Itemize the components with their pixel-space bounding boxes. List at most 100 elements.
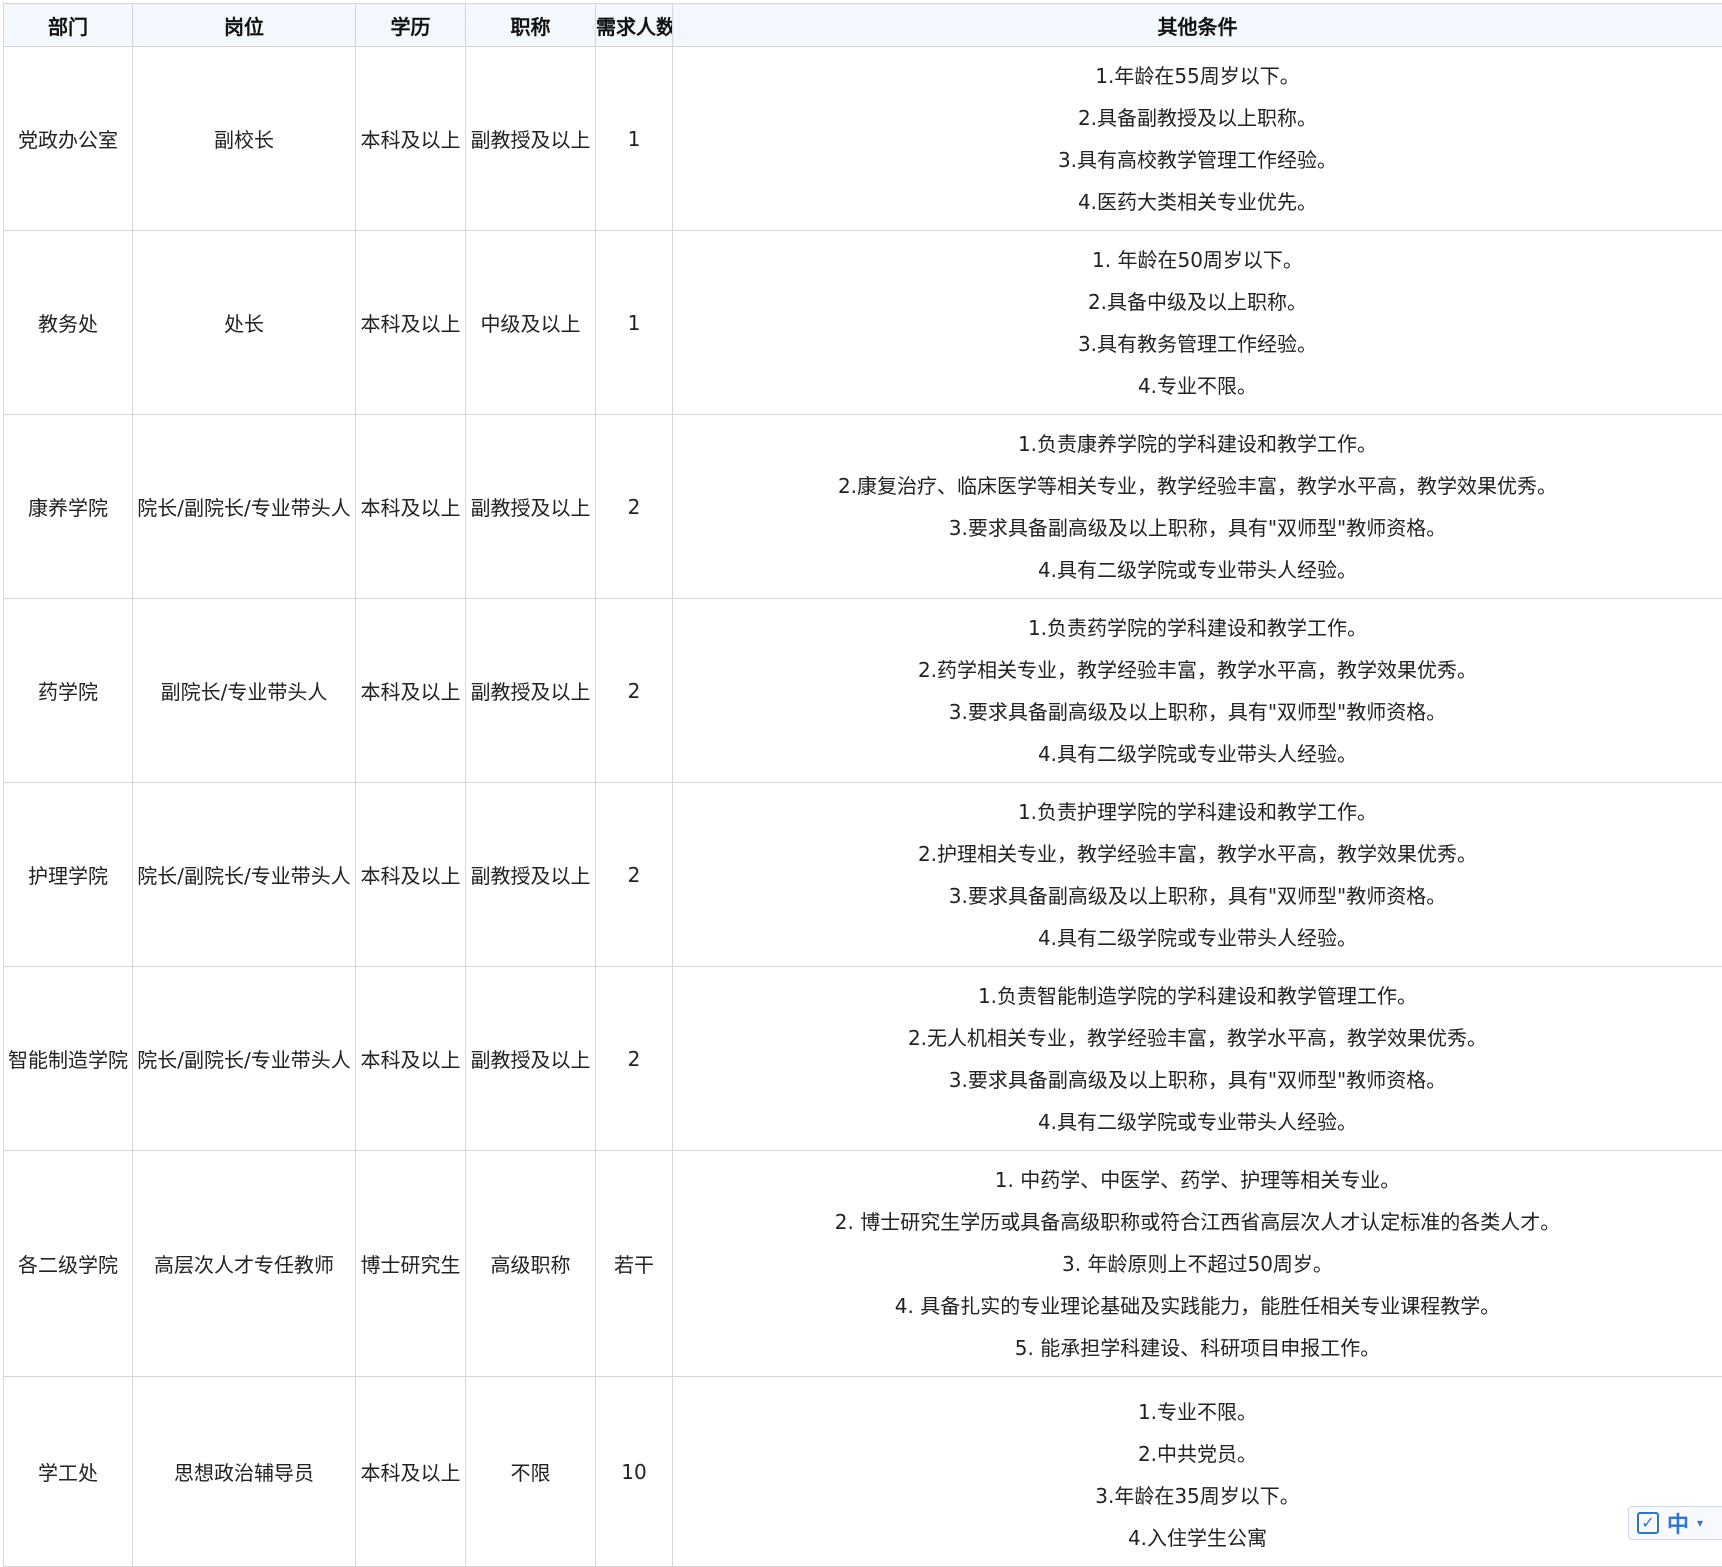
chevron-down-icon[interactable]: ▾ (1697, 1516, 1703, 1530)
cell-count: 1 (596, 231, 673, 415)
table-row: 智能制造学院院长/副院长/专业带头人本科及以上副教授及以上21.负责智能制造学院… (4, 967, 1722, 1151)
cell-education: 本科及以上 (356, 783, 466, 967)
table-row: 各二级学院高层次人才专任教师博士研究生高级职称若干1. 中药学、中医学、药学、护… (4, 1151, 1722, 1377)
condition-line: 1.负责智能制造学院的学科建设和教学管理工作。 (673, 975, 1722, 1017)
cell-count: 1 (596, 47, 673, 231)
cell-post: 院长/副院长/专业带头人 (133, 783, 356, 967)
cell-title: 高级职称 (466, 1151, 596, 1377)
condition-line: 1. 年龄在50周岁以下。 (673, 239, 1722, 281)
condition-line: 5. 能承担学科建设、科研项目申报工作。 (673, 1327, 1722, 1369)
condition-line: 3. 年龄原则上不超过50周岁。 (673, 1243, 1722, 1285)
cell-post: 副院长/专业带头人 (133, 599, 356, 783)
cell-education: 本科及以上 (356, 47, 466, 231)
header-conditions: 其他条件 (673, 4, 1722, 47)
table-row: 党政办公室副校长本科及以上副教授及以上11.年龄在55周岁以下。2.具备副教授及… (4, 47, 1722, 231)
cell-count: 2 (596, 415, 673, 599)
table-body: 党政办公室副校长本科及以上副教授及以上11.年龄在55周岁以下。2.具备副教授及… (4, 47, 1722, 1567)
cell-post: 高层次人才专任教师 (133, 1151, 356, 1377)
condition-line: 2. 博士研究生学历或具备高级职称或符合江西省高层次人才认定标准的各类人才。 (673, 1201, 1722, 1243)
condition-line: 3.要求具备副高级及以上职称，具有"双师型"教师资格。 (673, 507, 1722, 549)
cell-title: 不限 (466, 1377, 596, 1567)
table-row: 学工处思想政治辅导员本科及以上不限101.专业不限。2.中共党员。3.年龄在35… (4, 1377, 1722, 1567)
cell-count: 2 (596, 967, 673, 1151)
cell-conditions: 1. 年龄在50周岁以下。2.具备中级及以上职称。3.具有教务管理工作经验。4.… (673, 231, 1722, 415)
condition-line: 3.要求具备副高级及以上职称，具有"双师型"教师资格。 (673, 691, 1722, 733)
condition-line: 3.要求具备副高级及以上职称，具有"双师型"教师资格。 (673, 1059, 1722, 1101)
cell-education: 本科及以上 (356, 415, 466, 599)
cell-conditions: 1.专业不限。2.中共党员。3.年龄在35周岁以下。4.入住学生公寓 (673, 1377, 1722, 1567)
cell-department: 党政办公室 (4, 47, 133, 231)
condition-line: 4.具有二级学院或专业带头人经验。 (673, 1101, 1722, 1143)
cell-conditions: 1.负责康养学院的学科建设和教学工作。2.康复治疗、临床医学等相关专业，教学经验… (673, 415, 1722, 599)
condition-line: 2.药学相关专业，教学经验丰富，教学水平高，教学效果优秀。 (673, 649, 1722, 691)
cell-title: 副教授及以上 (466, 967, 596, 1151)
table-row: 药学院副院长/专业带头人本科及以上副教授及以上21.负责药学院的学科建设和教学工… (4, 599, 1722, 783)
cell-title: 副教授及以上 (466, 415, 596, 599)
condition-line: 2.康复治疗、临床医学等相关专业，教学经验丰富，教学水平高，教学效果优秀。 (673, 465, 1722, 507)
condition-line: 2.具备副教授及以上职称。 (673, 97, 1722, 139)
cell-department: 学工处 (4, 1377, 133, 1567)
condition-line: 1.负责护理学院的学科建设和教学工作。 (673, 791, 1722, 833)
header-dept: 部门 (4, 4, 133, 47)
header-education: 学历 (356, 4, 466, 47)
condition-line: 4.入住学生公寓 (673, 1517, 1722, 1559)
cell-title: 中级及以上 (466, 231, 596, 415)
condition-line: 1.负责药学院的学科建设和教学工作。 (673, 607, 1722, 649)
cell-post: 院长/副院长/专业带头人 (133, 415, 356, 599)
condition-line: 4.专业不限。 (673, 365, 1722, 407)
header-post: 岗位 (133, 4, 356, 47)
condition-line: 3.具有高校教学管理工作经验。 (673, 139, 1722, 181)
cell-count: 若干 (596, 1151, 673, 1377)
cell-count: 2 (596, 783, 673, 967)
condition-line: 2.具备中级及以上职称。 (673, 281, 1722, 323)
cell-post: 思想政治辅导员 (133, 1377, 356, 1567)
cell-title: 副教授及以上 (466, 47, 596, 231)
cell-department: 各二级学院 (4, 1151, 133, 1377)
condition-line: 1.年龄在55周岁以下。 (673, 55, 1722, 97)
condition-line: 3.要求具备副高级及以上职称，具有"双师型"教师资格。 (673, 875, 1722, 917)
checkbox-icon: ✓ (1637, 1512, 1659, 1534)
condition-line: 4.医药大类相关专业优先。 (673, 181, 1722, 223)
table-row: 教务处处长本科及以上中级及以上11. 年龄在50周岁以下。2.具备中级及以上职称… (4, 231, 1722, 415)
cell-post: 副校长 (133, 47, 356, 231)
cell-department: 教务处 (4, 231, 133, 415)
cell-count: 2 (596, 599, 673, 783)
cell-post: 处长 (133, 231, 356, 415)
cell-education: 本科及以上 (356, 599, 466, 783)
header-row: 部门 岗位 学历 职称 需求人数 其他条件 (4, 4, 1722, 47)
condition-line: 4.具有二级学院或专业带头人经验。 (673, 733, 1722, 775)
cell-department: 康养学院 (4, 415, 133, 599)
condition-line: 1.专业不限。 (673, 1391, 1722, 1433)
cell-education: 本科及以上 (356, 231, 466, 415)
condition-line: 3.年龄在35周岁以下。 (673, 1475, 1722, 1517)
condition-line: 1.负责康养学院的学科建设和教学工作。 (673, 423, 1722, 465)
cell-count: 10 (596, 1377, 673, 1567)
cell-department: 智能制造学院 (4, 967, 133, 1151)
cell-education: 本科及以上 (356, 1377, 466, 1567)
condition-line: 4. 具备扎实的专业理论基础及实践能力，能胜任相关专业课程教学。 (673, 1285, 1722, 1327)
condition-line: 3.具有教务管理工作经验。 (673, 323, 1722, 365)
cell-conditions: 1.负责智能制造学院的学科建设和教学管理工作。2.无人机相关专业，教学经验丰富，… (673, 967, 1722, 1151)
condition-line: 2.护理相关专业，教学经验丰富，教学水平高，教学效果优秀。 (673, 833, 1722, 875)
table-row: 护理学院院长/副院长/专业带头人本科及以上副教授及以上21.负责护理学院的学科建… (4, 783, 1722, 967)
ime-indicator[interactable]: ✓ 中 ▾ (1628, 1506, 1722, 1540)
header-count: 需求人数 (596, 4, 673, 47)
cell-title: 副教授及以上 (466, 599, 596, 783)
cell-conditions: 1.负责护理学院的学科建设和教学工作。2.护理相关专业，教学经验丰富，教学水平高… (673, 783, 1722, 967)
cell-conditions: 1.负责药学院的学科建设和教学工作。2.药学相关专业，教学经验丰富，教学水平高，… (673, 599, 1722, 783)
condition-line: 4.具有二级学院或专业带头人经验。 (673, 549, 1722, 591)
cell-department: 药学院 (4, 599, 133, 783)
table-row: 康养学院院长/副院长/专业带头人本科及以上副教授及以上21.负责康养学院的学科建… (4, 415, 1722, 599)
condition-line: 2.中共党员。 (673, 1433, 1722, 1475)
cell-title: 副教授及以上 (466, 783, 596, 967)
cell-education: 本科及以上 (356, 967, 466, 1151)
condition-line: 2.无人机相关专业，教学经验丰富，教学水平高，教学效果优秀。 (673, 1017, 1722, 1059)
recruitment-table: 部门 岗位 学历 职称 需求人数 其他条件 党政办公室副校长本科及以上副教授及以… (3, 3, 1722, 1567)
cell-conditions: 1.年龄在55周岁以下。2.具备副教授及以上职称。3.具有高校教学管理工作经验。… (673, 47, 1722, 231)
header-title: 职称 (466, 4, 596, 47)
ime-language-label: 中 (1667, 1507, 1689, 1539)
cell-education: 博士研究生 (356, 1151, 466, 1377)
condition-line: 1. 中药学、中医学、药学、护理等相关专业。 (673, 1159, 1722, 1201)
cell-conditions: 1. 中药学、中医学、药学、护理等相关专业。2. 博士研究生学历或具备高级职称或… (673, 1151, 1722, 1377)
condition-line: 4.具有二级学院或专业带头人经验。 (673, 917, 1722, 959)
